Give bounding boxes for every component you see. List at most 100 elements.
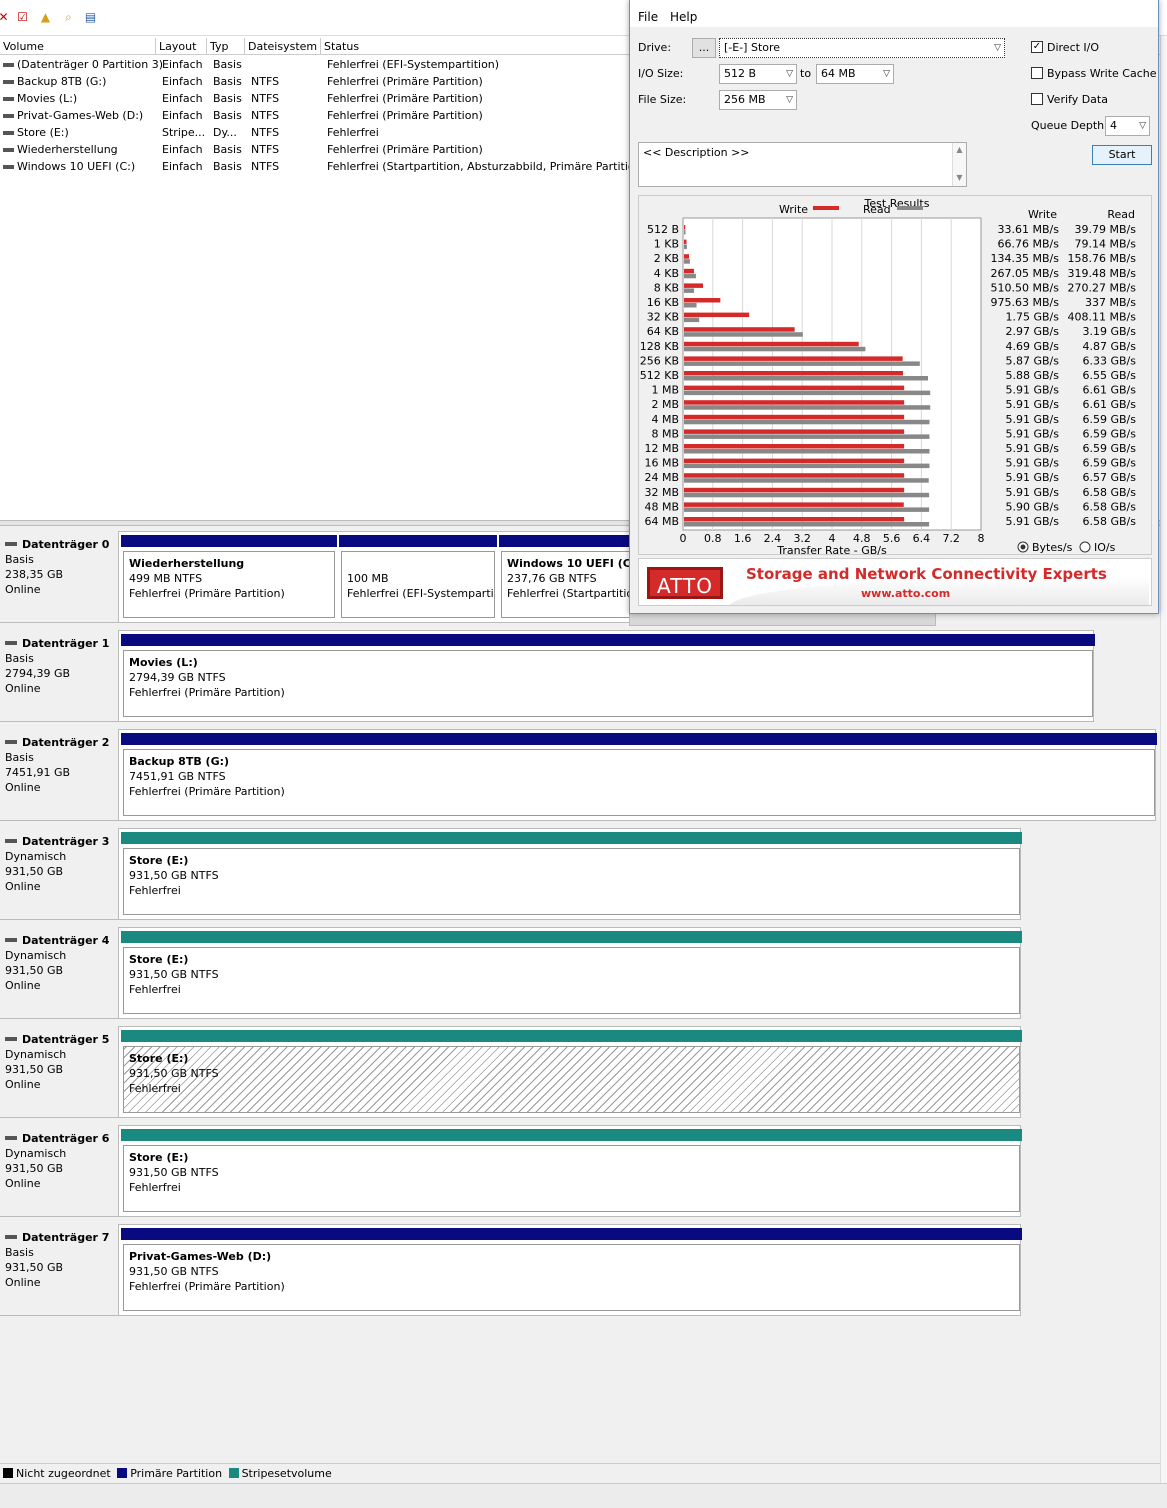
drive-select[interactable]: [-E-] Store ▽	[719, 38, 1005, 58]
radio-selected-dot	[1020, 544, 1026, 550]
write-value-label: 5.91 GB/s	[1006, 515, 1060, 528]
io-size-to-value: 64 MB	[821, 67, 856, 80]
partition-block[interactable]: Store (E:) 931,50 GB NTFS Fehlerfrei	[121, 832, 1022, 916]
io-size-from-select[interactable]: 512 B ▽	[719, 64, 797, 84]
write-bar	[684, 429, 905, 434]
column-header-layout[interactable]: Layout	[156, 38, 207, 55]
disk-label[interactable]: Datenträger 6 Dynamisch 931,50 GB Online	[0, 1120, 118, 1217]
properties-icon[interactable]: ▤	[83, 10, 98, 25]
menu-file[interactable]: File	[638, 10, 658, 24]
cell-typ: Dy...	[213, 126, 237, 139]
read-column-header: Read	[1107, 208, 1135, 221]
bypass-write-cache-checkbox[interactable]	[1031, 67, 1043, 79]
disk-state: Online	[5, 682, 41, 695]
vertical-scrollbar[interactable]	[1160, 36, 1167, 1483]
read-bar	[684, 230, 686, 235]
table-row[interactable]: (Datenträger 0 Partition 3) Einfach Basis F…	[0, 56, 640, 73]
table-row[interactable]: Wiederherstellung Einfach Basis NTFS Fehlerf…	[0, 141, 640, 158]
atto-banner[interactable]: ATTO Storage and Network Connectivity Ex…	[638, 558, 1152, 606]
partition-status: Fehlerfrei (EFI-Systempartiti	[347, 587, 495, 600]
io-size-to-select[interactable]: 64 MB ▽	[816, 64, 894, 84]
write-bar	[684, 502, 904, 507]
disk-name: Datenträger 0	[22, 538, 110, 551]
table-row[interactable]: Backup 8TB (G:) Einfach Basis NTFS Fehlerfre…	[0, 73, 640, 90]
search-folder-icon[interactable]: ⌕	[61, 10, 76, 25]
disk-label[interactable]: Datenträger 1 Basis 2794,39 GB Online	[0, 625, 118, 722]
partition-block[interactable]: Store (E:) 931,50 GB NTFS Fehlerfrei	[121, 931, 1022, 1015]
disk-size: 931,50 GB	[5, 964, 64, 977]
disk-label[interactable]: Datenträger 5 Dynamisch 931,50 GB Online	[0, 1021, 118, 1118]
table-row[interactable]: Movies (L:) Einfach Basis NTFS Fehlerfrei (P…	[0, 90, 640, 107]
description-field[interactable]: << Description >> ▲ ▼	[638, 142, 967, 187]
chevron-down-icon: ▽	[994, 43, 1001, 53]
column-header-typ[interactable]: Typ	[207, 38, 245, 55]
up-folder-icon[interactable]: ▲	[38, 10, 53, 25]
write-value-label: 5.91 GB/s	[1006, 471, 1060, 484]
partition-block[interactable]: Store (E:) 931,50 GB NTFS Fehlerfrei	[121, 1129, 1022, 1213]
io-to-label: to	[800, 67, 812, 80]
verify-data-checkbox[interactable]	[1031, 93, 1043, 105]
io-size-from-value: 512 B	[724, 67, 757, 80]
partition-block[interactable]: 100 MB Fehlerfrei (EFI-Systempartiti	[339, 535, 497, 619]
column-header-volume[interactable]: Volume	[0, 38, 156, 55]
delete-icon[interactable]: ✕	[0, 10, 11, 25]
partition-name: Store (E:)	[129, 854, 189, 867]
check-icon[interactable]: ☑	[15, 10, 30, 25]
cell-layout: Stripe...	[162, 126, 206, 139]
queue-depth-select[interactable]: 4 ▽	[1105, 116, 1150, 136]
legend-swatch-primary	[117, 1468, 128, 1478]
cell-typ: Basis	[213, 109, 242, 122]
partition-body: 100 MB Fehlerfrei (EFI-Systempartiti	[341, 551, 495, 618]
column-header-status[interactable]: Status	[321, 38, 641, 55]
disk-label[interactable]: Datenträger 0 Basis 238,35 GB Online	[0, 526, 118, 623]
cell-typ: Basis	[213, 160, 242, 173]
partition-color-bar	[121, 535, 337, 547]
direct-io-checkbox[interactable]: ✓	[1031, 41, 1043, 53]
partition-block[interactable]: Movies (L:) 2794,39 GB NTFS Fehlerfrei (Pr…	[121, 634, 1095, 718]
browse-button[interactable]: ...	[692, 38, 716, 58]
partition-block[interactable]: Backup 8TB (G:) 7451,91 GB NTFS Fehlerfrei…	[121, 733, 1157, 817]
disk-label[interactable]: Datenträger 3 Dynamisch 931,50 GB Online	[0, 823, 118, 920]
read-bar	[684, 405, 931, 410]
write-value-label: 5.91 GB/s	[1006, 486, 1060, 499]
table-row[interactable]: Windows 10 UEFI (C:) Einfach Basis NTFS Fehl…	[0, 158, 646, 175]
description-scrollbar[interactable]: ▲ ▼	[952, 143, 966, 186]
partition-block[interactable]: Privat-Games-Web (D:) 931,50 GB NTFS Fehle…	[121, 1228, 1022, 1312]
write-value-label: 2.97 GB/s	[1006, 325, 1060, 338]
description-text: << Description >>	[643, 146, 750, 159]
file-size-select[interactable]: 256 MB ▽	[719, 90, 797, 110]
disk-label[interactable]: Datenträger 4 Dynamisch 931,50 GB Online	[0, 922, 118, 1019]
write-bar	[684, 517, 905, 522]
disk-type: Basis	[5, 553, 34, 566]
disk-label[interactable]: Datenträger 7 Basis 931,50 GB Online	[0, 1219, 118, 1316]
category-label: 1 KB	[654, 238, 679, 251]
partition-name: Wiederherstellung	[129, 557, 245, 570]
partition-status: Fehlerfrei (Primäre Partition)	[129, 1280, 285, 1293]
title-bar[interactable]	[630, 0, 1158, 8]
legend-label-stripe: Stripesetvolume	[241, 1467, 332, 1480]
disk-name: Datenträger 1	[22, 637, 110, 650]
cell-fs: NTFS	[251, 92, 280, 105]
disk-name: Datenträger 7	[22, 1231, 110, 1244]
disk-partition-area: Backup 8TB (G:) 7451,91 GB NTFS Fehlerfrei…	[118, 729, 1157, 821]
start-button[interactable]: Start	[1092, 145, 1152, 165]
disk-state: Online	[5, 1177, 41, 1190]
read-bar	[684, 376, 928, 381]
category-label: 512 B	[647, 223, 679, 236]
menu-help[interactable]: Help	[670, 10, 697, 24]
disk-row: Datenträger 2 Basis 7451,91 GB Online Backup…	[0, 724, 1160, 823]
table-row[interactable]: Store (E:) Stripe... Dy... NTFS Fehlerfrei	[0, 124, 640, 141]
column-header-dateisystem[interactable]: Dateisystem	[245, 38, 321, 55]
x-tick-label: 6.4	[913, 532, 931, 545]
partition-body: Store (E:) 931,50 GB NTFS Fehlerfrei	[123, 947, 1020, 1014]
legend: Nicht zugeordnet Primäre Partition Strip…	[0, 1463, 1160, 1483]
category-label: 48 MB	[644, 500, 679, 513]
cell-layout: Einfach	[162, 75, 203, 88]
table-row[interactable]: Privat-Games-Web (D:) Einfach Basis NTFS Feh…	[0, 107, 640, 124]
disk-label[interactable]: Datenträger 2 Basis 7451,91 GB Online	[0, 724, 118, 821]
file-size-value: 256 MB	[724, 93, 766, 106]
x-tick-label: 7.2	[942, 532, 960, 545]
banner-url[interactable]: www.atto.com	[861, 587, 950, 600]
partition-block[interactable]: Wiederherstellung 499 MB NTFS Fehlerfrei (…	[121, 535, 337, 619]
partition-block[interactable]: Store (E:) 931,50 GB NTFS Fehlerfrei	[121, 1030, 1022, 1114]
